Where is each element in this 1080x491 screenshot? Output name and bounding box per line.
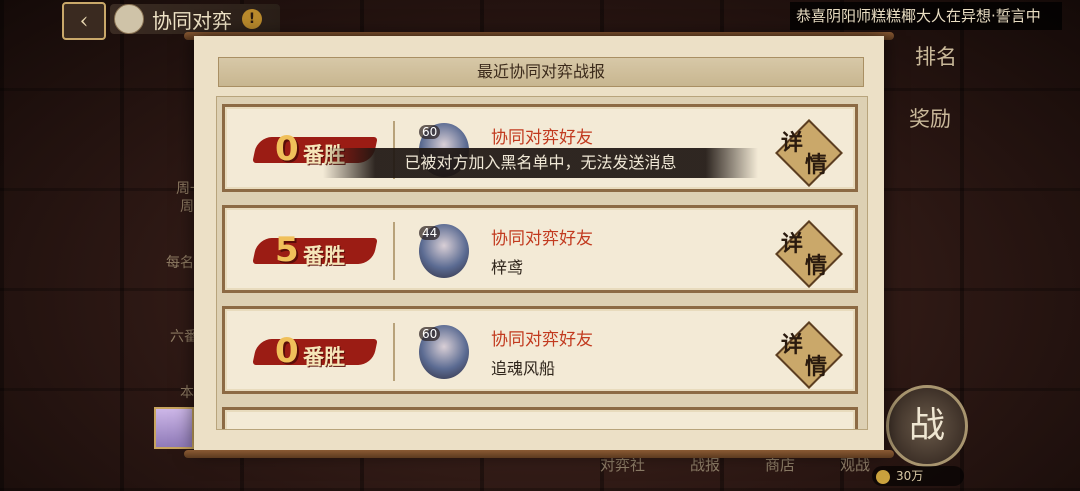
player-avatar[interactable] — [154, 407, 194, 449]
scroll-rod-bottom — [184, 450, 894, 458]
toast-message: 已被对方加入黑名单中，无法发送消息 — [323, 148, 758, 178]
battle-button[interactable]: 战 — [886, 385, 968, 467]
bg-text-3: 每名 — [166, 255, 194, 271]
detail-label-1: 详 — [781, 231, 804, 257]
record-card: 5 番胜 44 协同对弈好友 梓鸢 详 情 — [222, 205, 858, 293]
detail-label-2: 情 — [805, 253, 828, 279]
player-name: 追魂风船 — [491, 359, 556, 378]
page-title: 协同对弈 — [152, 8, 232, 33]
divider — [393, 222, 395, 280]
announcement-marquee: 恭喜阴阳师糕糕椰大人在异想·誓言中 — [790, 2, 1062, 30]
streak-number: 5 — [275, 230, 299, 270]
streak-number: 0 — [275, 129, 299, 169]
panel-title: 最近协同对弈战报 — [218, 57, 864, 87]
detail-button[interactable]: 详 情 — [775, 119, 843, 187]
detail-label-2: 情 — [805, 354, 828, 380]
coin-amount: 30万 — [896, 469, 924, 483]
streak-label: 番胜 — [303, 345, 345, 369]
bg-text-2: 周 — [180, 199, 194, 215]
rank-label: 排名 — [915, 45, 957, 69]
reward-label: 奖励 — [909, 107, 951, 131]
coin-icon — [876, 469, 890, 484]
level-badge: 60 — [419, 125, 441, 139]
back-button[interactable]: ‹ — [62, 2, 106, 40]
info-alert-icon[interactable]: ! — [242, 9, 262, 29]
detail-button[interactable]: 详 情 — [775, 321, 843, 389]
detail-button[interactable]: 详 情 — [775, 220, 843, 288]
mode-label: 协同对弈好友 — [491, 330, 593, 350]
streak-number: 0 — [275, 331, 299, 371]
level-badge: 44 — [419, 226, 441, 240]
bg-text-5: 本 — [180, 385, 194, 401]
rank-button[interactable]: 排名 — [914, 45, 958, 69]
reward-button[interactable]: 奖励 — [908, 107, 952, 131]
title-bar: 协同对弈 ! — [110, 4, 280, 34]
detail-label-2: 情 — [805, 152, 828, 178]
win-streak-badge: 0 番胜 — [252, 331, 378, 371]
record-list[interactable]: 0 番胜 60 协同对弈好友 详 情 5 番胜 44 协同对弈好友 梓鸢 详 情 — [216, 96, 868, 430]
win-streak-badge: 5 番胜 — [252, 230, 378, 270]
coin-counter: 30万 — [872, 466, 964, 486]
detail-label-1: 详 — [781, 130, 804, 156]
record-card-partial — [222, 407, 858, 429]
record-card: 0 番胜 60 协同对弈好友 追魂风船 详 情 — [222, 306, 858, 394]
detail-label-1: 详 — [781, 332, 804, 358]
mode-label: 协同对弈好友 — [491, 128, 593, 148]
back-arrow-icon: ‹ — [79, 8, 89, 34]
mode-label: 协同对弈好友 — [491, 229, 593, 249]
divider — [393, 323, 395, 381]
title-emblem-icon — [114, 4, 144, 34]
player-name: 梓鸢 — [491, 258, 524, 277]
streak-label: 番胜 — [303, 244, 345, 268]
level-badge: 60 — [419, 327, 441, 341]
